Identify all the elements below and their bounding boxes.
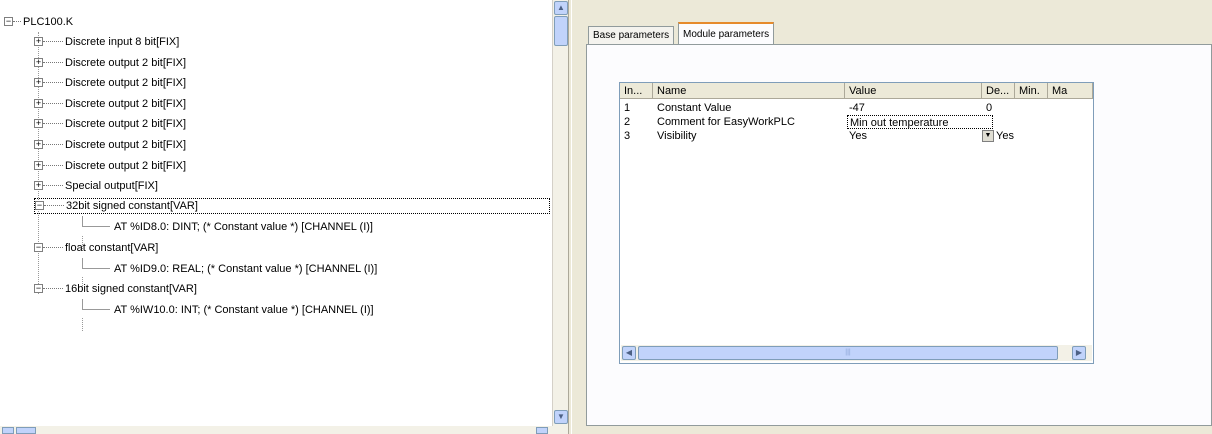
row-3-name: Visibility bbox=[657, 130, 697, 142]
arrow-down-icon[interactable]: ▼ bbox=[554, 410, 568, 424]
tree-item-label: float constant[VAR] bbox=[65, 242, 159, 254]
parameters-grid[interactable]: In... Name Value De... Min. Ma 1 Constan… bbox=[619, 82, 1094, 364]
minus-box-icon[interactable]: − bbox=[35, 201, 44, 210]
arrow-left-icon[interactable]: ◀ bbox=[622, 346, 636, 360]
tree-vertical-scrollbar[interactable]: ▲ ▼ bbox=[552, 0, 569, 426]
tree-item-label: Discrete output 2 bit[FIX] bbox=[65, 57, 187, 69]
tree-connector bbox=[13, 21, 21, 22]
row-1-value[interactable]: -47 bbox=[849, 101, 979, 115]
tree-item-label: 32bit signed constant[VAR] bbox=[66, 200, 198, 212]
plus-box-icon[interactable]: + bbox=[34, 58, 43, 67]
plus-box-icon[interactable]: + bbox=[34, 119, 43, 128]
tab-base-parameters[interactable]: Base parameters bbox=[588, 26, 675, 45]
tree-connector bbox=[92, 226, 110, 227]
tree-connector bbox=[43, 123, 63, 124]
row-2-name: Comment for EasyWorkPLC bbox=[657, 116, 795, 128]
arrow-right-icon[interactable] bbox=[536, 427, 548, 434]
row-3-default: Yes bbox=[996, 130, 1014, 142]
tree-connector bbox=[43, 62, 63, 63]
dropdown-arrow-icon[interactable]: ▼ bbox=[982, 130, 994, 142]
tree-item-label: Discrete output 2 bit[FIX] bbox=[65, 139, 187, 151]
tree-connector bbox=[43, 41, 63, 42]
tree-item-label: AT %ID9.0: REAL; (* Constant value *) [C… bbox=[114, 263, 378, 275]
arrow-up-icon[interactable]: ▲ bbox=[554, 1, 568, 15]
tree-connector bbox=[92, 268, 110, 269]
plus-box-icon[interactable]: + bbox=[34, 181, 43, 190]
arrow-right-icon[interactable]: ▶ bbox=[1072, 346, 1086, 360]
row-3-index: 3 bbox=[624, 130, 631, 142]
tree-connector bbox=[43, 288, 63, 289]
tab-module-parameters[interactable]: Module parameters bbox=[678, 22, 775, 46]
column-header-min[interactable]: Min. bbox=[1015, 83, 1048, 99]
tree-connector bbox=[43, 165, 63, 166]
plus-box-icon[interactable]: + bbox=[34, 78, 43, 87]
tree-item-label: AT %IW10.0: INT; (* Constant value *) [C… bbox=[114, 304, 374, 316]
plus-box-icon[interactable]: + bbox=[34, 140, 43, 149]
tree-connector bbox=[82, 318, 83, 331]
grid-horizontal-scrollbar[interactable]: ◀ ||| ▶ bbox=[621, 345, 1092, 361]
row-1-index: 1 bbox=[624, 102, 631, 114]
column-header-name[interactable]: Name bbox=[653, 83, 845, 99]
tree-item-label: Discrete output 2 bit[FIX] bbox=[65, 77, 187, 89]
scrollbar-thumb[interactable] bbox=[554, 16, 568, 46]
minus-box-icon[interactable]: − bbox=[4, 17, 13, 26]
tree-item[interactable]: − 32bit signed constant[VAR] bbox=[34, 198, 550, 214]
scrollbar-thumb[interactable] bbox=[16, 427, 36, 434]
tree-item-label: Discrete output 2 bit[FIX] bbox=[65, 118, 187, 130]
tree-item-label: Discrete output 2 bit[FIX] bbox=[65, 98, 187, 110]
tree-connector bbox=[43, 82, 63, 83]
minus-box-icon[interactable]: − bbox=[34, 284, 43, 293]
tree-connector bbox=[43, 185, 63, 186]
tree-item-label: Discrete output 2 bit[FIX] bbox=[65, 160, 187, 172]
column-header-index[interactable]: In... bbox=[620, 83, 653, 99]
row-2-index: 2 bbox=[624, 116, 631, 128]
row-2-value-editor[interactable]: Min out temperature bbox=[847, 115, 993, 129]
device-tree[interactable]: − PLC100.K + Discrete input 8 bit[FIX] + Di… bbox=[0, 0, 552, 434]
tree-connector bbox=[43, 103, 63, 104]
tree-item-label: Discrete input 8 bit[FIX] bbox=[65, 36, 180, 48]
row-3-value-combo[interactable]: Yes bbox=[849, 129, 949, 143]
tree-item-label: Special output[FIX] bbox=[65, 180, 158, 192]
row-1-default: 0 bbox=[986, 102, 993, 114]
tree-connector bbox=[43, 247, 63, 248]
tree-root-label: PLC100.K bbox=[23, 16, 74, 28]
row-1-name: Constant Value bbox=[657, 102, 732, 114]
tree-item-label: AT %ID8.0: DINT; (* Constant value *) [C… bbox=[114, 221, 373, 233]
tree-item-label: 16bit signed constant[VAR] bbox=[65, 283, 197, 295]
tree-connector bbox=[92, 309, 110, 310]
tree-connector bbox=[44, 205, 64, 206]
column-header-max[interactable]: Ma bbox=[1048, 83, 1093, 99]
plus-box-icon[interactable]: + bbox=[34, 161, 43, 170]
plus-box-icon[interactable]: + bbox=[34, 37, 43, 46]
minus-box-icon[interactable]: − bbox=[34, 243, 43, 252]
tree-horizontal-scrollbar[interactable] bbox=[0, 426, 568, 434]
tree-connector bbox=[43, 144, 63, 145]
plus-box-icon[interactable]: + bbox=[34, 99, 43, 108]
parameters-panel: Base parameters Module parameters In... … bbox=[572, 0, 1212, 434]
scrollbar-thumb[interactable]: ||| bbox=[638, 346, 1058, 360]
column-header-default[interactable]: De... bbox=[982, 83, 1015, 99]
arrow-left-icon[interactable] bbox=[2, 427, 14, 434]
column-header-value[interactable]: Value bbox=[845, 83, 982, 99]
